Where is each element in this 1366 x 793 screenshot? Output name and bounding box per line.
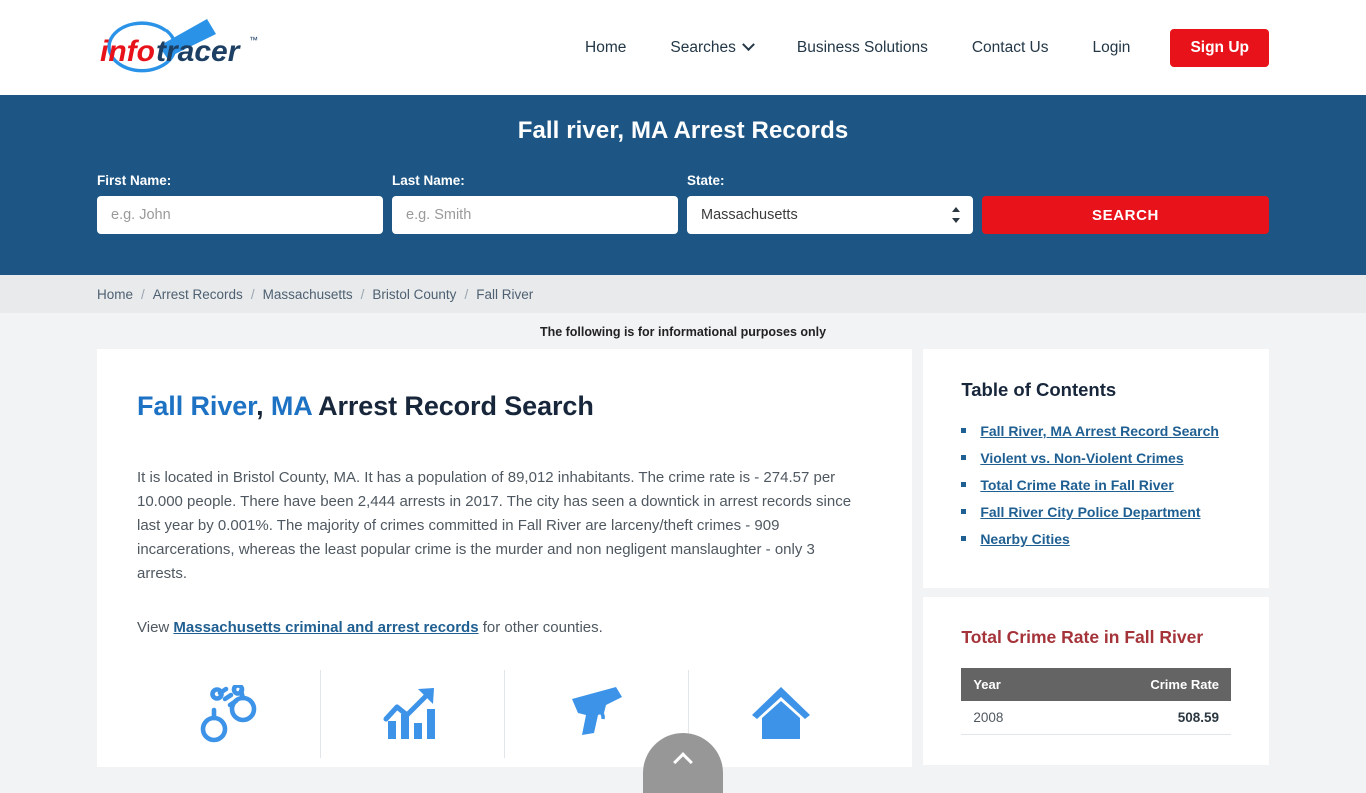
state-select[interactable]: Massachusetts (687, 196, 973, 234)
table-head: Year Crime Rate (961, 668, 1231, 701)
breadcrumb-item-fall-river: Fall River (476, 286, 534, 302)
table-header-row: Year Crime Rate (961, 668, 1231, 701)
massachusetts-records-link[interactable]: Massachusetts criminal and arrest record… (173, 619, 478, 636)
table-of-contents-card: Table of Contents Fall River, MA Arrest … (923, 349, 1269, 588)
breadcrumb-separator: / (464, 286, 469, 302)
nav-label: Searches (670, 38, 736, 56)
breadcrumb-item-home[interactable]: Home (97, 287, 133, 302)
view-other-counties-line: View Massachusetts criminal and arrest r… (137, 616, 859, 640)
crime-rate-title: Total Crime Rate in Fall River (961, 627, 1204, 647)
table-row: 2008 508.59 (961, 701, 1231, 735)
toc-link-total-crime-rate[interactable]: Total Crime Rate in Fall River (980, 477, 1173, 493)
page-title-state: MA (270, 391, 312, 421)
view-prefix: View (137, 619, 174, 636)
nav-item-home[interactable]: Home (563, 39, 648, 57)
breadcrumb-item-arrest-records[interactable]: Arrest Records (153, 287, 243, 302)
infotracer-logo[interactable]: info tracer ™ (97, 13, 272, 83)
handgun-icon (571, 687, 622, 735)
last-name-label: Last Name: (392, 173, 465, 188)
last-name-input[interactable] (392, 196, 678, 234)
breadcrumb: Home / Arrest Records / Massachusetts / … (0, 275, 1366, 313)
sign-up-button[interactable]: Sign Up (1170, 28, 1269, 67)
last-name-field-group: Last Name: (392, 173, 678, 234)
crime-rate-table: Year Crime Rate 2008 508.59 (961, 668, 1231, 735)
toc-title: Table of Contents (961, 379, 1117, 400)
page-layout: Fall River, MA Arrest Record Search It i… (0, 349, 1366, 767)
logo-svg: info tracer ™ (100, 18, 258, 72)
page-title: Fall River, MA Arrest Record Search (137, 391, 872, 422)
first-name-input[interactable] (97, 196, 383, 234)
column-header-crime-rate: Crime Rate (1060, 668, 1231, 701)
first-name-field-group: First Name: (97, 173, 383, 234)
first-name-label: First Name: (97, 173, 172, 188)
bullet-icon (961, 536, 967, 541)
site-header: info tracer ™ Home Searches Business Sol… (0, 0, 1366, 95)
breadcrumb-separator: / (360, 286, 365, 302)
house-icon (751, 687, 810, 739)
nav-item-searches[interactable]: Searches (648, 38, 774, 57)
chevron-down-icon (741, 38, 755, 52)
page-title-city: Fall River (137, 391, 257, 421)
bullet-icon (961, 482, 967, 487)
svg-text:tracer: tracer (156, 35, 242, 68)
bullet-icon (961, 428, 967, 433)
total-crime-rate-card: Total Crime Rate in Fall River Year Crim… (923, 597, 1269, 765)
breadcrumb-separator: / (250, 286, 255, 302)
toc-list: Fall River, MA Arrest Record Search Viol… (961, 423, 1231, 547)
informational-notice: The following is for informational purpo… (539, 325, 827, 339)
page-title-rest: Arrest Record Search (311, 391, 594, 421)
list-item: Fall River City Police Department (961, 504, 1231, 520)
bullet-icon (961, 455, 967, 460)
state-field-group: State: Massachusetts (687, 173, 973, 234)
main-navigation: Home Searches Business Solutions Contact… (563, 28, 1269, 67)
nav-label: Contact Us (971, 38, 1049, 56)
list-item: Violent vs. Non-Violent Crimes (961, 450, 1231, 466)
bullet-icon (961, 509, 967, 514)
breadcrumb-separator: / (141, 286, 145, 302)
handcuffs-icon (200, 685, 256, 743)
search-form: First Name: Last Name: State: Massachuse… (0, 173, 1366, 234)
icon-cell-arrests[interactable] (137, 670, 320, 758)
sidebar: Table of Contents Fall River, MA Arrest … (923, 349, 1269, 765)
toc-link-arrest-record-search[interactable]: Fall River, MA Arrest Record Search (980, 423, 1219, 439)
hero-search-banner: Fall river, MA Arrest Records First Name… (0, 95, 1366, 275)
search-button[interactable]: SEARCH (982, 196, 1269, 234)
nav-item-login[interactable]: Login (1071, 39, 1153, 57)
toc-link-police-department[interactable]: Fall River City Police Department (980, 504, 1200, 520)
svg-text:™: ™ (249, 35, 258, 45)
state-label: State: (687, 173, 725, 188)
nav-item-business-solutions[interactable]: Business Solutions (775, 39, 950, 57)
icon-cell-property[interactable] (688, 670, 872, 758)
cell-crime-rate: 508.59 (1060, 701, 1231, 735)
table-body: 2008 508.59 (961, 701, 1231, 735)
toc-link-nearby-cities[interactable]: Nearby Cities (980, 531, 1069, 547)
city-summary-paragraph: It is located in Bristol County, MA. It … (137, 469, 852, 582)
toc-link-violent-vs-nonviolent[interactable]: Violent vs. Non-Violent Crimes (980, 450, 1183, 466)
view-suffix: for other counties. (478, 619, 603, 636)
nav-label: Home (585, 38, 627, 56)
list-item: Fall River, MA Arrest Record Search (961, 423, 1231, 439)
column-header-year: Year (961, 668, 1061, 701)
main-content-card: Fall River, MA Arrest Record Search It i… (97, 349, 913, 767)
nav-item-contact-us[interactable]: Contact Us (950, 39, 1071, 57)
breadcrumb-item-massachusetts[interactable]: Massachusetts (263, 287, 353, 302)
breadcrumb-item-bristol-county[interactable]: Bristol County (372, 287, 456, 302)
icon-cell-crime-trend[interactable] (320, 670, 504, 758)
list-item: Nearby Cities (961, 531, 1231, 547)
nav-label: Login (1092, 38, 1131, 56)
svg-text:info: info (100, 35, 155, 68)
nav-label: Business Solutions (796, 38, 928, 56)
hero-title: Fall river, MA Arrest Records (517, 117, 849, 144)
category-icon-strip (137, 670, 872, 758)
list-item: Total Crime Rate in Fall River (961, 477, 1231, 493)
cell-year: 2008 (961, 701, 1061, 735)
growth-chart-icon (383, 688, 435, 739)
chevron-up-icon (673, 752, 693, 772)
page-title-comma: , (256, 391, 271, 421)
